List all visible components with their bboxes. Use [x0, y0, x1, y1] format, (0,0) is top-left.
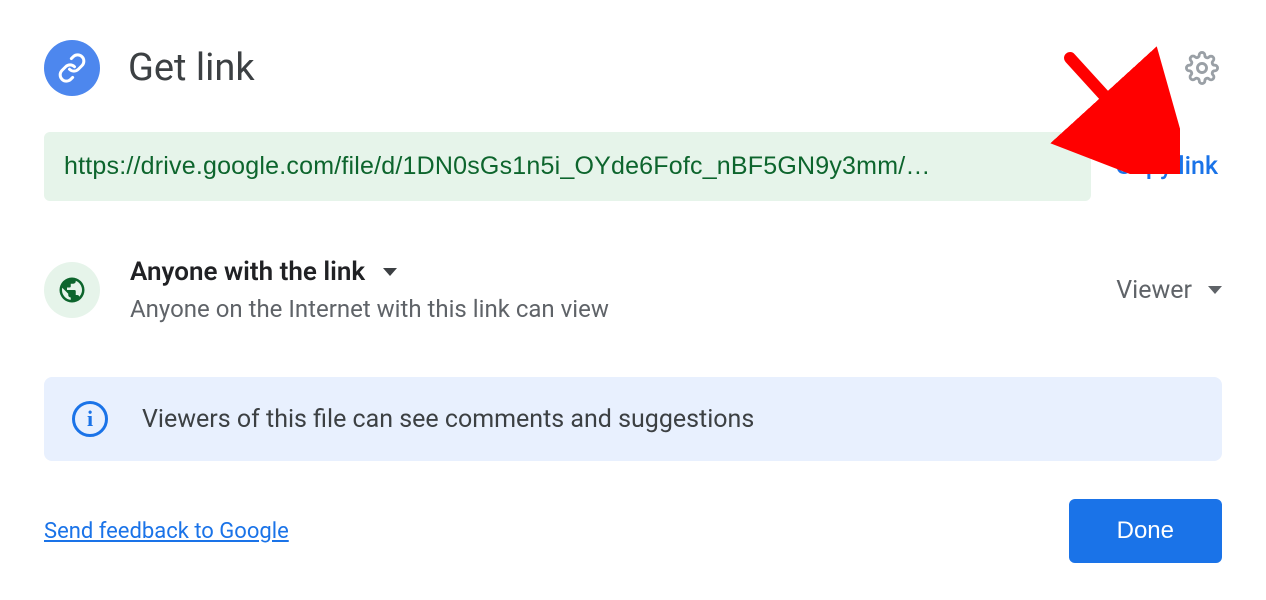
info-banner-text: Viewers of this file can see comments an… [142, 405, 754, 434]
dialog-footer: Send feedback to Google Done [0, 499, 1266, 563]
dialog-header: Get link [0, 0, 1266, 96]
copy-link-button[interactable]: Copy link [1115, 152, 1222, 181]
dialog-title: Get link [128, 46, 1182, 90]
link-row: https://drive.google.com/file/d/1DN0sGs1… [0, 132, 1266, 201]
settings-button[interactable] [1182, 48, 1222, 88]
done-button[interactable]: Done [1069, 499, 1222, 563]
share-scope-dropdown[interactable]: Anyone with the link [130, 257, 1086, 287]
globe-icon [44, 262, 100, 318]
role-label: Viewer [1116, 276, 1192, 305]
share-scope-description: Anyone on the Internet with this link ca… [130, 295, 1086, 323]
share-scope-row: Anyone with the link Anyone on the Inter… [0, 257, 1266, 323]
info-icon: i [72, 401, 108, 437]
role-dropdown[interactable]: Viewer [1116, 276, 1222, 305]
chevron-down-icon [1208, 286, 1222, 294]
send-feedback-link[interactable]: Send feedback to Google [44, 519, 289, 544]
share-url-field[interactable]: https://drive.google.com/file/d/1DN0sGs1… [44, 132, 1091, 201]
share-scope-label: Anyone with the link [130, 257, 365, 287]
info-banner: i Viewers of this file can see comments … [44, 377, 1222, 461]
gear-icon [1185, 51, 1219, 85]
link-icon [44, 40, 100, 96]
chevron-down-icon [383, 268, 397, 276]
